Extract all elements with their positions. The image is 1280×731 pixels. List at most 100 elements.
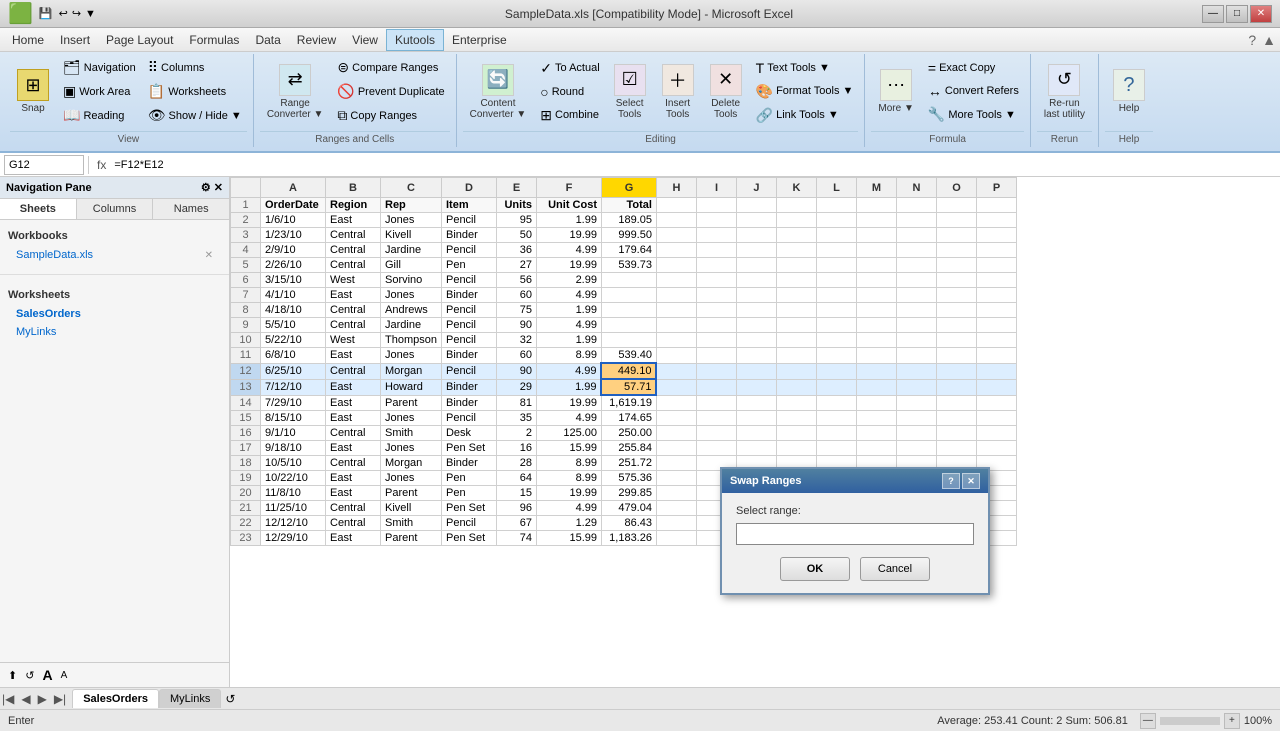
table-cell-empty[interactable] [776,198,816,213]
row-header[interactable]: 19 [231,471,261,486]
nav-pane-bottom-icon2[interactable]: ↺ [25,669,34,682]
table-cell[interactable]: 50 [496,228,536,243]
table-cell-empty[interactable] [656,228,696,243]
table-cell-empty[interactable] [776,273,816,288]
table-cell[interactable]: 4.99 [536,288,601,303]
table-cell-empty[interactable] [936,363,976,379]
table-cell-empty[interactable] [816,303,856,318]
minimize-button[interactable]: — [1202,5,1224,23]
table-cell[interactable]: 251.72 [601,456,656,471]
sheet-tab-salesorders[interactable]: SalesOrders [72,689,159,708]
table-cell-empty[interactable] [696,273,736,288]
table-cell-empty[interactable] [976,273,1016,288]
table-cell-empty[interactable] [816,318,856,333]
table-cell[interactable]: OrderDate [261,198,326,213]
menu-page-layout[interactable]: Page Layout [98,30,181,50]
table-cell-empty[interactable] [976,426,1016,441]
table-cell[interactable]: 6/25/10 [261,363,326,379]
col-header-C[interactable]: C [381,178,442,198]
table-cell-empty[interactable] [936,198,976,213]
table-cell-empty[interactable] [816,258,856,273]
table-cell-empty[interactable] [976,363,1016,379]
table-cell-empty[interactable] [896,228,936,243]
table-cell-empty[interactable] [656,426,696,441]
table-cell[interactable]: 2.99 [536,273,601,288]
table-cell-empty[interactable] [696,288,736,303]
table-cell[interactable]: 174.65 [601,411,656,426]
exact-copy-button[interactable]: = Exact Copy [923,57,1024,79]
table-cell-empty[interactable] [896,426,936,441]
row-header[interactable]: 22 [231,516,261,531]
table-cell-empty[interactable] [936,228,976,243]
columns-button[interactable]: ⠿ Columns [143,56,247,79]
table-cell-empty[interactable] [816,213,856,228]
row-header[interactable]: 18 [231,456,261,471]
table-cell-empty[interactable] [976,243,1016,258]
zoom-in-button[interactable]: + [1224,713,1240,729]
table-cell-empty[interactable] [696,243,736,258]
nav-tab-columns[interactable]: Columns [77,199,154,219]
format-tools-button[interactable]: 🎨 Format Tools ▼ [751,80,859,103]
table-cell-empty[interactable] [696,426,736,441]
table-cell[interactable]: Parent [381,486,442,501]
table-cell-empty[interactable] [856,198,896,213]
table-cell[interactable]: Binder [441,348,496,364]
menu-view[interactable]: View [344,30,386,50]
table-cell-empty[interactable] [816,395,856,411]
table-cell[interactable]: East [326,288,381,303]
col-header-P[interactable]: P [976,178,1016,198]
table-cell[interactable]: Parent [381,531,442,546]
table-cell-empty[interactable] [816,411,856,426]
table-cell-empty[interactable] [656,333,696,348]
table-cell[interactable]: East [326,213,381,228]
table-cell[interactable]: Binder [441,288,496,303]
table-cell-empty[interactable] [936,411,976,426]
table-cell[interactable]: Smith [381,516,442,531]
row-header[interactable]: 15 [231,411,261,426]
table-cell[interactable]: Central [326,501,381,516]
table-cell[interactable] [601,333,656,348]
table-cell-empty[interactable] [936,379,976,395]
table-cell-empty[interactable] [656,273,696,288]
table-cell-empty[interactable] [816,441,856,456]
col-header-K[interactable]: K [776,178,816,198]
table-cell[interactable]: Jones [381,348,442,364]
table-cell-empty[interactable] [696,411,736,426]
col-header-D[interactable]: D [441,178,496,198]
table-cell[interactable]: West [326,273,381,288]
table-cell-empty[interactable] [656,516,696,531]
col-header-N[interactable]: N [896,178,936,198]
table-cell-empty[interactable] [736,411,776,426]
worksheets-button[interactable]: 📋 Worksheets [143,80,247,103]
function-wizard-icon[interactable]: fx [93,158,110,172]
table-cell[interactable]: 179.64 [601,243,656,258]
table-cell[interactable]: 8/15/10 [261,411,326,426]
row-header[interactable]: 10 [231,333,261,348]
table-cell[interactable]: West [326,333,381,348]
sheet-tab-next[interactable]: ▶ [36,690,49,708]
table-cell-empty[interactable] [856,363,896,379]
table-cell[interactable]: 67 [496,516,536,531]
table-cell[interactable]: 8.99 [536,348,601,364]
table-cell[interactable]: Howard [381,379,442,395]
table-cell-empty[interactable] [656,411,696,426]
nav-pane-settings-icon[interactable]: ⚙ [201,181,211,194]
table-cell[interactable]: Kivell [381,228,442,243]
table-cell-empty[interactable] [736,213,776,228]
table-cell-empty[interactable] [696,318,736,333]
table-cell-empty[interactable] [856,243,896,258]
table-cell-empty[interactable] [656,471,696,486]
table-cell[interactable]: 19.99 [536,228,601,243]
nav-tab-sheets[interactable]: Sheets [0,199,77,219]
convert-refers-button[interactable]: ↔ Convert Refers [923,80,1024,102]
table-cell[interactable]: Pen Set [441,501,496,516]
table-cell-empty[interactable] [976,288,1016,303]
table-cell[interactable]: 4.99 [536,501,601,516]
table-cell-empty[interactable] [896,348,936,364]
table-cell[interactable] [601,318,656,333]
table-cell[interactable]: Units [496,198,536,213]
table-cell[interactable]: Andrews [381,303,442,318]
table-cell-empty[interactable] [816,273,856,288]
menu-home[interactable]: Home [4,30,52,50]
col-header-L[interactable]: L [816,178,856,198]
